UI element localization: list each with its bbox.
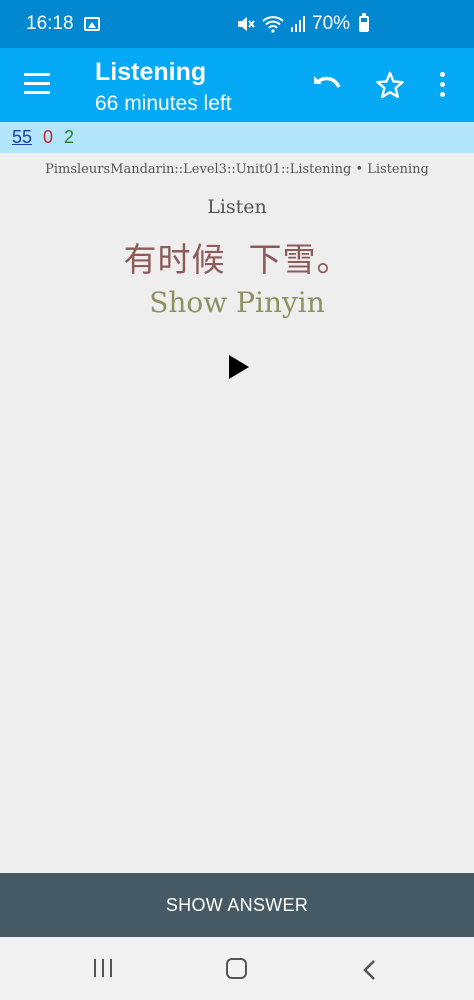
page-title: Listening [95, 58, 207, 86]
hanzi-text: 有时候 下雪。 [123, 240, 351, 279]
deck-path: PimsleursMandarin::Level3::Unit01::Liste… [45, 162, 429, 177]
back-icon[interactable] [362, 959, 376, 981]
status-time: 16:18 [26, 13, 74, 34]
menu-icon[interactable] [24, 73, 50, 95]
status-icons: 70% [236, 0, 370, 48]
show-pinyin-link[interactable]: Show Pinyin [0, 286, 474, 319]
learning-count: 0 [43, 127, 54, 147]
mute-icon [238, 17, 255, 31]
home-icon[interactable] [226, 958, 247, 979]
card-prompt: Listen [207, 196, 267, 218]
app-bar: Listening 66 minutes left [0, 48, 474, 122]
new-count[interactable]: 55 [12, 127, 32, 148]
review-count: 2 [64, 127, 75, 147]
battery-percent: 70% [312, 13, 351, 34]
wifi-icon [262, 16, 284, 33]
battery-icon [359, 13, 370, 32]
signal-icon [291, 16, 305, 32]
recent-apps-icon[interactable] [94, 959, 114, 977]
navigation-bar [0, 937, 474, 1000]
more-icon[interactable] [438, 72, 446, 98]
image-icon [83, 17, 100, 31]
card-content: PimsleursMandarin::Level3::Unit01::Liste… [0, 153, 474, 873]
show-answer-button[interactable]: SHOW ANSWER [0, 873, 474, 937]
undo-icon[interactable] [310, 70, 342, 98]
page-subtitle: 66 minutes left [95, 92, 232, 115]
star-icon[interactable] [375, 70, 405, 100]
status-bar: 16:18 70% [0, 0, 474, 48]
counts-bar: 55 0 2 [0, 122, 474, 153]
play-icon[interactable] [229, 355, 249, 379]
